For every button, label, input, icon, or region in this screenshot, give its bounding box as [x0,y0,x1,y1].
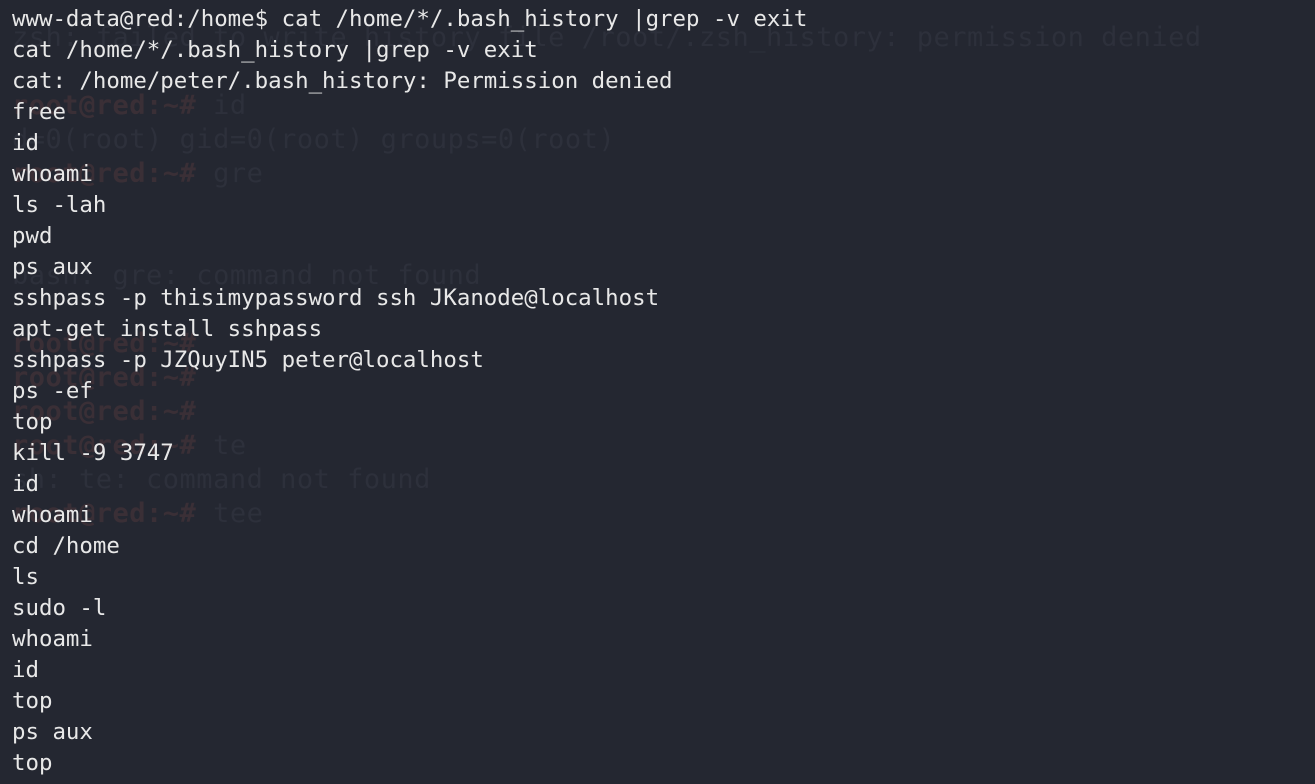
terminal-line: whoami [12,161,93,187]
terminal-line: id [12,130,39,156]
terminal-window[interactable]: zsh: failed to write history file /root/… [0,0,1315,784]
terminal-line: whoami [12,502,93,528]
terminal-line: id [12,471,39,497]
terminal-line: top [12,409,53,435]
terminal-line: sudo -l [12,595,107,621]
terminal-line: ls [12,564,39,590]
terminal-line: pwd [12,223,53,249]
terminal-line: top [12,688,53,714]
terminal-output: www-data@red:/home$ cat /home/*/.bash_hi… [12,4,1302,784]
terminal-line: ps aux [12,719,93,745]
terminal-line: cd /home [12,533,120,559]
terminal-line: top [12,750,53,776]
terminal-line: sshpass -p JZQuyIN5 peter@localhost [12,347,484,373]
terminal-input-line[interactable] [12,779,1302,784]
terminal-line: apt-get install sshpass [12,316,323,342]
terminal-line: ps -ef [12,378,93,404]
terminal-line: sshpass -p thisimypassword ssh JKanode@l… [12,285,660,311]
terminal-line: free [12,99,66,125]
terminal-line: whoami [12,626,93,652]
terminal-line: ps aux [12,254,93,280]
terminal-line-error: cat: /home/peter/.bash_history: Permissi… [12,68,673,94]
terminal-line-command: www-data@red:/home$ cat /home/*/.bash_hi… [12,6,808,32]
terminal-line: id [12,657,39,683]
terminal-line: ls -lah [12,192,107,218]
terminal-line: cat /home/*/.bash_history |grep -v exit [12,37,538,63]
terminal-line: kill -9 3747 [12,440,174,466]
